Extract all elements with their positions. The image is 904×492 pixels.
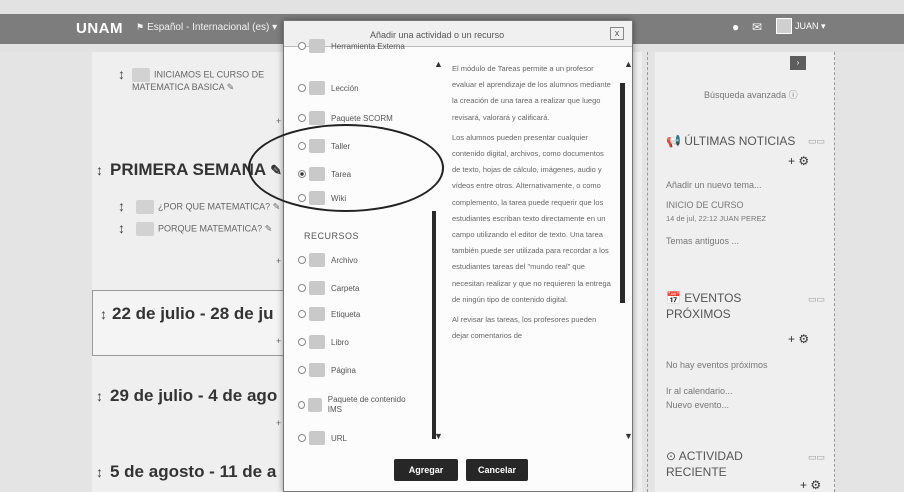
events-none-text: No hay eventos próximos [666,360,768,370]
edit-icon[interactable]: ✎ [273,201,281,211]
activity-chooser-dialog: Añadir una actividad o un recurso x Herr… [283,20,633,492]
move-icon[interactable]: ↕ [100,306,107,322]
news-block-title: 📢 ÚLTIMAS NOTICIAS [666,134,796,148]
news-post-title[interactable]: INICIO DE CURSO [666,200,744,210]
radio[interactable] [298,434,306,442]
folder-icon [309,281,325,295]
language-label: Español - Internacional (es) ▾ [147,22,278,33]
block-actions-gear-icon[interactable]: + ⚙ [788,332,809,346]
lesson-icon [309,81,325,95]
activity-link-1[interactable]: ¿POR QUE MATEMATICA? ✎ [136,200,280,214]
right-blocks [655,52,835,492]
url-icon [309,431,325,445]
radio[interactable] [298,114,306,122]
notifications-icon[interactable]: ● [732,20,739,34]
section-title-4: 5 de agosto - 11 de a [110,462,277,481]
close-button[interactable]: x [610,27,624,40]
ims-package-icon [308,398,322,412]
option-label[interactable]: Etiqueta [298,305,360,323]
option-lesson[interactable]: Lección [298,79,359,97]
radio[interactable] [298,401,306,409]
calendar-icon: 📅 [666,291,681,305]
option-ims-package[interactable]: Paquete de contenido IMS [298,389,408,421]
activity-link-2[interactable]: PORQUE MATEMATICA? ✎ [136,222,272,236]
edit-icon[interactable]: ✎ [227,82,235,92]
forum-icon [132,68,150,82]
option-url[interactable]: URL [298,429,347,447]
activity-link-intro[interactable]: INICIAMOS EL CURSO DE MATEMATICA BASICA … [132,68,272,93]
highlight-ellipse [248,124,444,212]
chevron-down-icon[interactable]: ▼ [624,431,633,441]
collapse-icon[interactable]: ▭▭ [808,294,825,305]
url-icon [136,200,154,214]
search-go-button[interactable]: › [790,56,806,70]
page-icon [309,363,325,377]
block-actions-gear-icon[interactable]: + ⚙ [788,154,809,168]
events-block-title: 📅 EVENTOS PRÓXIMOS [666,291,742,321]
radio[interactable] [298,310,306,318]
section-title-2: 22 de julio - 28 de ju [112,304,274,323]
advanced-search-link[interactable]: Búsqueda avanzada ⓘ [704,88,798,101]
option-folder[interactable]: Carpeta [298,279,359,297]
file-icon [309,253,325,267]
resources-heading: RECURSOS [304,231,360,241]
add-button[interactable]: Agregar [394,459,458,481]
section-title-3: 29 de julio - 4 de ago [110,386,278,405]
options-scrollbar[interactable] [432,211,436,439]
external-tool-icon [309,39,325,53]
block-actions-gear-icon[interactable]: + ⚙ [800,478,821,492]
move-icon[interactable]: ↕ [118,220,125,236]
radio[interactable] [298,42,306,50]
option-external-tool[interactable]: Herramienta Externa [298,37,405,55]
megaphone-icon: 📢 [666,134,681,148]
language-menu[interactable]: ⚑ Español - Internacional (es) ▾ [136,22,277,33]
avatar[interactable] [776,18,792,34]
news-add-link[interactable]: Añadir un nuevo tema... [666,180,762,190]
collapse-icon[interactable]: ▭▭ [808,136,825,147]
scorm-icon [309,111,325,125]
radio[interactable] [298,84,306,92]
description-paragraph: El módulo de Tareas permite a un profeso… [452,64,611,122]
collapse-icon[interactable]: ▭▭ [808,452,825,463]
chevron-up-icon[interactable]: ▲ [624,59,633,69]
move-icon[interactable]: ↕ [96,464,103,480]
option-book[interactable]: Libro [298,333,349,351]
flag-icon: ⚑ [136,22,145,32]
url-icon [136,222,154,236]
messages-icon[interactable]: ✉ [752,20,762,34]
news-post-meta: 14 de jul, 22:12 JUAN PEREZ [666,214,767,223]
move-icon[interactable]: ↕ [96,388,103,404]
book-icon [309,335,325,349]
activity-description: El módulo de Tareas permite a un profeso… [452,61,612,348]
calendar-link[interactable]: Ir al calendario... [666,386,733,396]
description-paragraph: Los alumnos pueden presentar cualquier c… [452,132,611,304]
news-older-link[interactable]: Temas antiguos ... [666,236,739,246]
edit-icon[interactable]: ✎ [265,223,273,233]
label-icon [309,307,325,321]
description-scrollbar[interactable] [620,83,625,303]
option-file[interactable]: Archivo [298,251,358,269]
site-brand[interactable]: UNAM [76,20,123,37]
new-event-link[interactable]: Nuevo evento... [666,400,729,410]
user-menu[interactable]: JUAN ▾ [795,21,826,32]
radio[interactable] [298,284,306,292]
move-icon[interactable]: ↕ [118,66,125,82]
clock-icon: ⊙ [666,449,677,463]
activity-block-title: ⊙ ACTIVIDAD RECIENTE [666,449,743,479]
cancel-button[interactable]: Cancelar [466,459,528,481]
move-icon[interactable]: ↕ [118,198,125,214]
option-page[interactable]: Página [298,361,356,379]
radio[interactable] [298,338,306,346]
description-paragraph: Al revisar las tareas, los profesores pu… [452,315,597,341]
radio[interactable] [298,256,306,264]
column-divider [647,52,648,492]
radio[interactable] [298,366,306,374]
chevron-up-icon[interactable]: ▲ [434,59,443,69]
move-icon[interactable]: ↕ [96,162,103,178]
